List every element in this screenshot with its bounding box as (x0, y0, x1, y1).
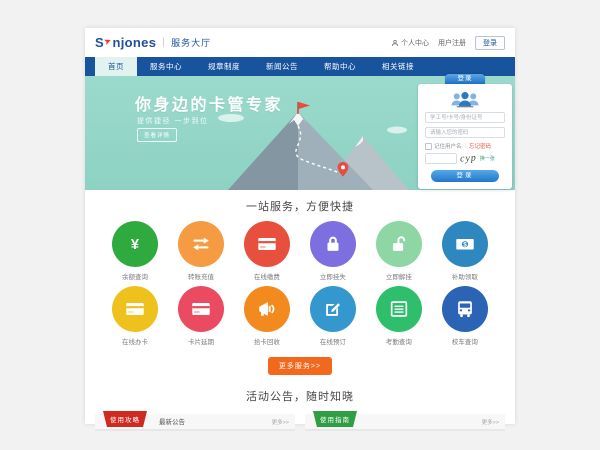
panel-tab-bar: 使用指南 更多>> (305, 414, 505, 431)
login-tab[interactable]: 登录 (445, 74, 485, 84)
service-item[interactable]: $ 补助领取 (432, 221, 498, 281)
captcha-input[interactable] (425, 153, 457, 164)
logo-divider: | (162, 37, 165, 48)
header: S ➤ njones | 服务大厅 个人中心 用户注册 登录 (85, 28, 515, 57)
banknote-icon: $ (442, 221, 488, 267)
register-label: 用户注册 (438, 38, 466, 48)
panel-ribbon-tab[interactable]: 使用攻略 (103, 411, 147, 427)
captcha-row: cyp 换一张 (425, 153, 505, 164)
service-label: 立即挂失 (300, 271, 366, 281)
nav-item[interactable]: 帮助中心 (311, 57, 369, 76)
captcha-image[interactable]: cyp (460, 152, 478, 164)
edit-icon (310, 286, 356, 332)
services-grid: ¥ 余额查询转账充值在线缴费立即挂失立即解挂 $ 补助领取在线办卡卡片延期拾卡回收在线… (85, 214, 515, 351)
list-icon (376, 286, 422, 332)
service-label: 转账充值 (168, 271, 234, 281)
captcha-refresh-link[interactable]: 换一张 (480, 155, 495, 162)
login-submit-button[interactable]: 登录 (431, 170, 499, 182)
service-item[interactable]: ¥ 余额查询 (102, 221, 168, 281)
service-label: 考勤查询 (366, 336, 432, 346)
service-item[interactable]: 在线预订 (300, 286, 366, 346)
service-label: 拾卡回收 (234, 336, 300, 346)
svg-text:$: $ (463, 242, 467, 249)
card-icon (178, 286, 224, 332)
personal-center-label: 个人中心 (401, 38, 429, 48)
service-label: 立即解挂 (366, 271, 432, 281)
personal-center-link[interactable]: 个人中心 (391, 38, 429, 48)
service-item[interactable]: 考勤查询 (366, 286, 432, 346)
transfer-icon (178, 221, 224, 267)
service-label: 卡片延期 (168, 336, 234, 346)
nav-item[interactable]: 规章制度 (195, 57, 253, 76)
remember-row: 记住用户名 | 忘记密码 (425, 142, 505, 150)
panel-tab-bar: 使用攻略 最新公告 更多>> (95, 414, 295, 431)
panel-secondary-tab[interactable]: 最新公告 (159, 416, 185, 426)
service-item[interactable]: 立即挂失 (300, 221, 366, 281)
service-item[interactable]: 在线缴费 (234, 221, 300, 281)
users-group-icon (450, 90, 480, 108)
hero-detail-button[interactable]: 查看详情 (137, 128, 177, 142)
service-item[interactable]: 拾卡回收 (234, 286, 300, 346)
announcement-panels: 使用攻略 最新公告 更多>> 使用指南 更多>> (85, 404, 515, 431)
remember-label: 记住用户名 (434, 142, 462, 150)
service-label: 在线缴费 (234, 271, 300, 281)
mountain-illustration (203, 102, 413, 190)
header-login-button[interactable]: 登录 (475, 36, 505, 50)
logo-text-suffix: njones (113, 35, 157, 50)
logo[interactable]: S ➤ njones | 服务大厅 (95, 35, 211, 50)
service-item[interactable]: 转账充值 (168, 221, 234, 281)
register-link[interactable]: 用户注册 (438, 38, 466, 48)
card-icon (244, 221, 290, 267)
more-services-button[interactable]: 更多服务>> (268, 357, 332, 375)
announcement-panel: 使用攻略 最新公告 更多>> (95, 414, 295, 431)
nav-item[interactable]: 服务中心 (137, 57, 195, 76)
page: S ➤ njones | 服务大厅 个人中心 用户注册 登录 首页服务中心规章制… (85, 28, 515, 424)
login-panel: 登录 记住用户名 | 忘记密码 cyp 换一张 登录 (418, 74, 512, 189)
nav-item[interactable]: 首页 (95, 57, 137, 76)
svg-text:¥: ¥ (131, 237, 140, 253)
announcements-title: 活动公告，随时知晓 (85, 388, 515, 404)
service-item[interactable]: 立即解挂 (366, 221, 432, 281)
panel-more-link[interactable]: 更多>> (482, 418, 499, 426)
login-form: 记住用户名 | 忘记密码 cyp 换一张 登录 (418, 84, 512, 189)
unlock-icon (376, 221, 422, 267)
service-item[interactable]: 校车查询 (432, 286, 498, 346)
header-links: 个人中心 用户注册 登录 (391, 36, 505, 50)
divider: | (465, 143, 466, 149)
card-icon (112, 286, 158, 332)
remember-checkbox[interactable] (425, 143, 432, 150)
forgot-password-link[interactable]: 忘记密码 (469, 142, 491, 150)
yuan-icon: ¥ (112, 221, 158, 267)
service-label: 余额查询 (102, 271, 168, 281)
lock-icon (310, 221, 356, 267)
hero-subtitle: 提供捷径 一步到位 (137, 116, 208, 126)
service-label: 在线预订 (300, 336, 366, 346)
panel-more-link[interactable]: 更多>> (272, 418, 289, 426)
user-icon (391, 39, 399, 47)
logo-subtitle: 服务大厅 (171, 36, 211, 49)
service-item[interactable]: 卡片延期 (168, 286, 234, 346)
panel-ribbon-tab[interactable]: 使用指南 (313, 411, 357, 427)
megaphone-icon (244, 286, 290, 332)
service-label: 在线办卡 (102, 336, 168, 346)
service-label: 补助领取 (432, 271, 498, 281)
service-label: 校车查询 (432, 336, 498, 346)
account-input[interactable] (425, 112, 505, 123)
nav-item[interactable]: 新闻公告 (253, 57, 311, 76)
service-item[interactable]: 在线办卡 (102, 286, 168, 346)
bus-icon (442, 286, 488, 332)
announcement-panel: 使用指南 更多>> (305, 414, 505, 431)
services-title: 一站服务，方便快捷 (85, 190, 515, 214)
password-input[interactable] (425, 127, 505, 138)
